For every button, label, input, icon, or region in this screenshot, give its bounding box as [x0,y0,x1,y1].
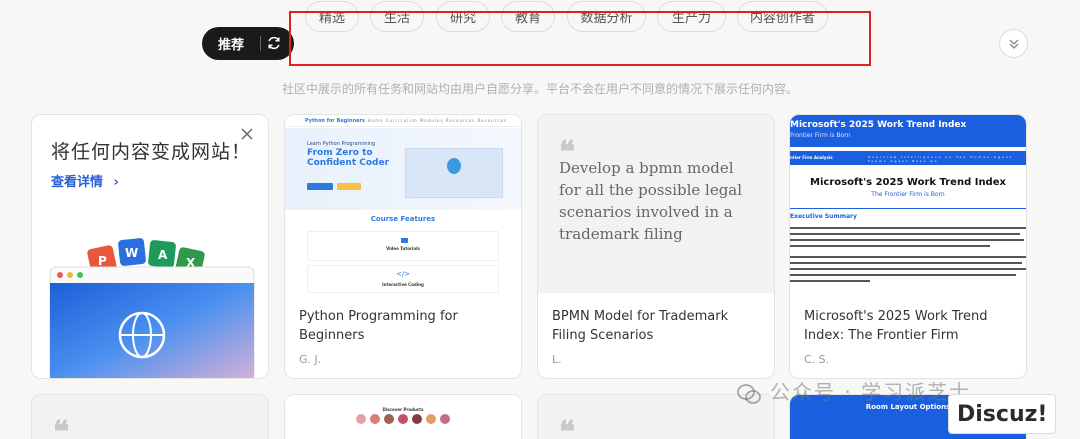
card-title: Microsoft's 2025 Work Trend Index: The F… [804,309,988,343]
browser-viewport [50,283,254,378]
preview-brand: Python for Beginners [305,118,365,124]
text-line [790,262,1022,264]
python-logo-icon [447,158,461,174]
promo-title: 将任何内容变成网站！ [51,141,252,163]
task-card-quote[interactable]: ❝ [31,394,269,439]
preview-feature-box: Video Tutorials [307,231,499,261]
preview-button-primary [307,183,333,190]
preview-nav-links: Overview Intelligence on Tap Human-Agent… [868,155,1013,163]
task-card-microsoft[interactable]: Microsoft's 2025 Work Trend Index Fronti… [789,114,1027,379]
text-line [790,239,1024,241]
text-line [790,268,1026,270]
quote-icon: ❝ [559,415,576,439]
badge-a-letter: A [158,248,168,262]
card-preview: ❝ Develop a bpmn model for all the possi… [538,115,774,293]
promo-link-label: 查看详情 [51,175,104,190]
recommend-pill[interactable]: 推荐 [202,27,294,60]
task-card-shop[interactable]: Discover Products [284,394,522,439]
text-line [790,256,1026,258]
close-icon[interactable] [240,127,254,141]
preview-hero-small: Learn Python Programming [307,141,376,147]
double-chevron-down-icon [1009,39,1018,49]
quote-text: Develop a bpmn model for all the possibl… [559,159,743,243]
preview-header-title: Microsoft's 2025 Work Trend Index [790,120,967,130]
task-card-bpmn[interactable]: ❝ Develop a bpmn model for all the possi… [537,114,775,379]
text-line [790,280,870,282]
text-line [790,233,1020,235]
card-title: BPMN Model for Trademark Filing Scenario… [552,309,729,343]
video-icon [401,238,408,243]
preview-feature-label: Interactive Coding [382,282,424,287]
card-author: L. [552,353,562,366]
preview-heading: Discover Products [382,407,424,412]
text-line [790,245,990,247]
card-preview: Python for Beginners Home Curriculum Mod… [285,115,521,293]
preview-button-secondary [337,183,361,190]
preview-nav: ntier Firm Analysis Overview Intelligenc… [790,151,1026,165]
preview-subheading: The Frontier Firm is Born [871,191,945,198]
preview-feature-box: Interactive Coding </> [307,265,499,293]
preview-hero: Learn Python Programming From Zero to Co… [285,128,521,210]
preview-section-title: Executive Summary [790,213,857,220]
text-line [790,227,1026,229]
preview-heading: Microsoft's 2025 Work Trend Index [810,177,1006,188]
code-icon: </> [395,270,411,278]
card-author: G. J. [299,353,322,366]
preview-hero-title: From Zero to Confident Coder [307,148,390,168]
chevron-right-icon: › [113,175,119,190]
promo-illustration: P W A X [49,238,255,378]
preview-divider [790,169,1026,209]
product-thumbnails [356,414,450,424]
card-preview: Microsoft's 2025 Work Trend Index Fronti… [790,115,1026,293]
task-card-python[interactable]: Python for Beginners Home Curriculum Mod… [284,114,522,379]
text-line [790,274,1016,276]
card-author: C. S. [804,353,830,366]
preview-feature-label: Video Tutorials [386,246,420,251]
badge-p-letter: P [98,254,107,268]
highlight-annotation-box [289,11,871,66]
preview-hero-image [405,148,503,198]
share-notice: 社区中展示的所有任务和网站均由用户自愿分享。平台不会在用户不同意的情况下展示任何… [281,82,798,96]
badge-w-letter: W [125,246,138,260]
card-preview: ❝ [32,395,268,439]
card-preview: Discover Products [285,395,521,439]
preview-header-subtitle: Frontier Firm is Born [790,132,851,139]
watermark-text: 公众号 · 学习派芝士 [770,380,972,404]
pill-divider [260,36,261,51]
quote-icon: ❝ [53,415,70,439]
card-title: Python Programming for Beginners [299,309,458,343]
promo-details-link[interactable]: 查看详情 › [51,171,119,190]
discuz-logo: Discuz! [948,394,1057,434]
recommend-label: 推荐 [218,38,245,53]
preview-nav: Python for Beginners Home Curriculum Mod… [285,115,521,127]
wechat-icon [737,384,761,404]
promo-card[interactable]: 将任何内容变成网站！ 查看详情 › P W A X [31,114,269,379]
preview-nav-name: ntier Firm Analysis [790,155,833,160]
preview-nav-links: Home Curriculum Modules Resources Resour… [367,118,507,123]
preview-section-title: Course Features [370,215,436,223]
preview-header: Microsoft's 2025 Work Trend Index Fronti… [790,115,1026,147]
refresh-icon[interactable] [266,35,282,51]
expand-button[interactable] [999,29,1028,58]
